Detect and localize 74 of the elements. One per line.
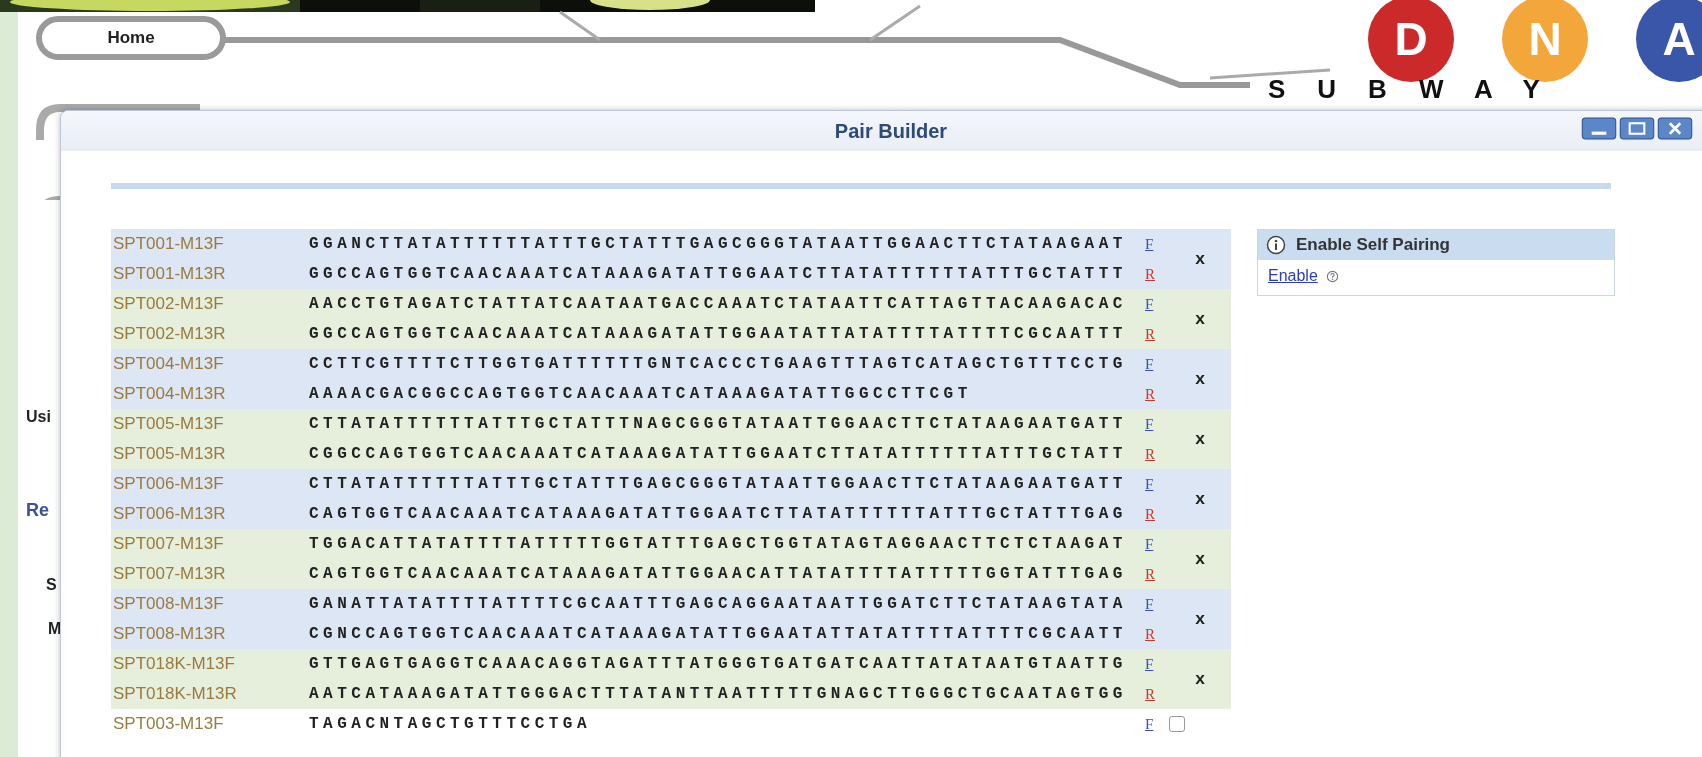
maximize-icon[interactable] [1619,117,1655,140]
sequence-text: CAGTGGTCAACAAATCATAAAGATATTGGAATCTTATATTTTTTATTTGCTATTTGAG [309,505,1128,523]
direction-link[interactable]: F [1145,235,1154,253]
direction-link[interactable]: F [1145,475,1154,493]
primer-name: SPT007-M13F [112,534,225,554]
primer-name: SPT004-M13R [112,384,227,404]
direction-link[interactable]: F [1145,535,1154,553]
sequence-text: GGCCAGTGGTCAACAAATCATAAAGATATTGGAATCTTATATTTTTTATTTGCTATTT [309,265,1128,283]
sequence-text: CCTTCGTTTTCTTGGTGATTTTTTGNTCACCCTGAAGTTTAGTCATAGCTGTTTCCTG [309,355,1128,373]
sequence-text: GANATTATATTTTATTTTCGCAATTTGAGCAGGAATAATTGGATCTTCTATAAGTATA [309,595,1128,613]
label-text: Usi [26,408,52,427]
primer-name: SPT018K-M13F [112,654,236,674]
direction-link[interactable]: R [1145,325,1155,343]
direction-link[interactable]: R [1145,505,1155,523]
primer-name: SPT007-M13R [112,564,227,584]
primer-name: SPT005-M13F [112,414,225,434]
primer-name: SPT006-M13R [112,504,227,524]
enable-link[interactable]: Enable [1268,267,1318,285]
primer-name: SPT002-M13F [112,294,225,314]
direction-link[interactable]: F [1145,655,1154,673]
direction-link[interactable]: R [1145,265,1155,283]
direction-link[interactable]: R [1145,625,1155,643]
remove-pair-button[interactable]: x [1169,429,1231,449]
primer-name: SPT003-M13F [112,714,225,734]
primer-name: SPT005-M13R [112,444,227,464]
direction-link[interactable]: R [1145,445,1155,463]
primer-name: SPT001-M13R [112,264,227,284]
checkbox[interactable] [1169,716,1185,732]
remove-pair-button[interactable]: x [1169,249,1231,269]
remove-pair-button[interactable]: x [1169,609,1231,629]
label-text: M [48,620,62,639]
primer-name: SPT001-M13F [112,234,225,254]
info-icon [1266,235,1286,255]
remove-pair-button[interactable]: x [1169,369,1231,389]
sequence-text: GGANCTTATATTTTTTATTTGCTATTTGAGCGGGTATAATTGGAACTTCTATAAGAAT [309,235,1128,253]
sequence-text: GGCCAGTGGTCAACAAATCATAAAGATATTGGAATATTATATTTTATTTTCGCAATTT [309,325,1128,343]
dialog-title: Pair Builder [834,119,948,143]
direction-link[interactable]: F [1145,715,1154,733]
direction-link[interactable]: F [1145,595,1154,613]
primer-name: SPT006-M13F [112,474,225,494]
direction-link[interactable]: F [1145,295,1154,313]
link-text[interactable]: Re [26,500,62,520]
logo-letter: A [1636,0,1702,82]
remove-pair-button[interactable]: x [1169,549,1231,569]
sequence-text: CGGCCAGTGGTCAACAAATCATAAAGATATTGGAATCTTATATTTTTTATTTGCTATT [309,445,1128,463]
remove-pair-button[interactable]: x [1169,309,1231,329]
direction-link[interactable]: R [1145,685,1155,703]
minimize-icon[interactable] [1581,117,1617,140]
panel-title: Enable Self Pairing [1296,235,1450,255]
sequence-text: CTTATATTTTTTATTTGCTATTTNAGCGGGTATAATTGGAACTTCTATAAGAATGATT [309,415,1128,433]
sequence-text: AACCTGTAGATCTATTATCAATAATGACCAAATCTATAATTCATTAGTTACAAGACAC [309,295,1128,313]
help-icon[interactable] [1325,269,1339,283]
sequence-text: CAGTGGTCAACAAATCATAAAGATATTGGAACATTATATTTTATTTTTGGTATTTGAG [309,565,1128,583]
sequence-text: TAGACNTAGCTGTTTCCTGA [309,715,593,733]
sequence-text: AATCATAAAGATATTGGGACTTTATANTTAATTTTTGNAGCTTGGGCTGCAATAGTGG [309,685,1128,703]
remove-pair-button[interactable]: x [1169,669,1231,689]
primer-name: SPT002-M13R [112,324,227,344]
label-text: S [46,576,58,595]
close-icon[interactable] [1657,117,1693,140]
primer-name: SPT004-M13F [112,354,225,374]
primer-name: SPT008-M13R [112,624,227,644]
primer-name: SPT008-M13F [112,594,225,614]
remove-pair-button[interactable]: x [1169,489,1231,509]
sequence-text: CTTATATTTTTTATTTGCTATTTGAGCGGGTATAATTGGAACTTCTATAAGAATGATT [309,475,1128,493]
sequence-text: AAAACGACGGCCAGTGGTCAACAAATCATAAAGATATTGGCCTTCGT [309,385,973,403]
direction-link[interactable]: R [1145,385,1155,403]
direction-link[interactable]: R [1145,565,1155,583]
direction-link[interactable]: F [1145,415,1154,433]
sequence-text: CGNCCAGTGGTCAACAAATCATAAAGATATTGGAATATTATATTTTATTTTCGCAATT [309,625,1128,643]
sequence-text: GTTGAGTGAGGTCAAACAGGTAGATTTATGGGTGATGATCAATTATATAATGTAATTG [309,655,1128,673]
direction-link[interactable]: F [1145,355,1154,373]
home-tab[interactable]: Home [36,16,226,60]
primer-name: SPT018K-M13R [112,684,238,704]
sequence-text: TGGACATTATATTTTATTTTTGGTATTTGAGCTGGTATAGTAGGAACTTCTCTAAGAT [309,535,1128,553]
